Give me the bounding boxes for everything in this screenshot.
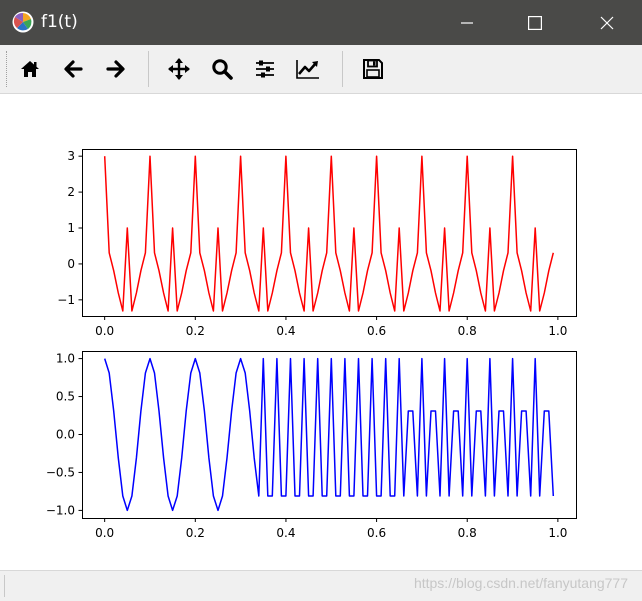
x-tick-label: 1.0 xyxy=(548,526,567,540)
back-button[interactable] xyxy=(59,55,87,83)
series-line-1 xyxy=(103,155,555,312)
edit-axis-button[interactable] xyxy=(294,55,322,83)
y-tick-label: 0 xyxy=(67,257,75,271)
maximize-icon xyxy=(528,15,542,30)
x-tick-label: 0.4 xyxy=(276,324,295,338)
y-tick-label: −1 xyxy=(57,293,75,307)
home-icon xyxy=(21,61,39,77)
x-tick-label: 0.6 xyxy=(367,526,386,540)
pan-button[interactable] xyxy=(165,55,193,83)
toolbar-separator xyxy=(148,51,149,87)
title-bar: f1(t) xyxy=(0,0,642,45)
axes-frame-1 xyxy=(82,149,577,317)
x-tick-label: 0.0 xyxy=(95,526,114,540)
x-tick-label: 0.2 xyxy=(186,526,205,540)
series-line-2 xyxy=(103,357,555,512)
maximize-button[interactable] xyxy=(512,0,558,45)
y-tick-label: 0.5 xyxy=(56,390,75,404)
close-button[interactable] xyxy=(584,0,630,45)
sliders-icon xyxy=(256,60,274,78)
y-tick-label: 2 xyxy=(67,185,75,199)
toolbar-grip xyxy=(6,51,10,87)
zoom-button[interactable] xyxy=(208,55,236,83)
minimize-button[interactable] xyxy=(444,0,490,45)
x-tick-label: 0.6 xyxy=(367,324,386,338)
y-tick-label: −0.5 xyxy=(46,465,75,479)
move-icon xyxy=(168,58,190,80)
y-tick-label: 1.0 xyxy=(56,352,75,366)
y-tick-label: 1 xyxy=(67,221,75,235)
arrow-left-icon xyxy=(64,60,83,78)
configure-subplots-button[interactable] xyxy=(251,55,279,83)
status-bar: https://blog.csdn.net/fanyutang777 xyxy=(0,570,642,601)
figure-canvas[interactable]: 0.0 0.2 0.4 0.6 0.8 1.0 −1 0 1 2 3 0.0 0.2 0.4 0.6 0.8 1… xyxy=(0,94,642,570)
y-tick-label: −1.0 xyxy=(46,503,75,517)
close-icon xyxy=(600,16,614,29)
forward-button[interactable] xyxy=(102,55,130,83)
window-title: f1(t) xyxy=(41,12,78,32)
y-tick-label: 0.0 xyxy=(56,428,75,442)
watermark-text: https://blog.csdn.net/fanyutang777 xyxy=(413,575,628,591)
x-tick-label: 0.0 xyxy=(95,324,114,338)
axes-frame-2 xyxy=(82,351,577,519)
home-button[interactable] xyxy=(16,55,44,83)
figure: 0.0 0.2 0.4 0.6 0.8 1.0 −1 0 1 2 3 0.0 0.2 0.4 0.6 0.8 1… xyxy=(46,149,577,540)
x-tick-label: 0.8 xyxy=(458,526,477,540)
x-tick-label: 0.8 xyxy=(458,324,477,338)
minimize-icon xyxy=(461,21,473,24)
line-chart-icon xyxy=(296,60,319,79)
x-tick-label: 0.4 xyxy=(276,526,295,540)
y-tick-label: 3 xyxy=(67,149,75,163)
floppy-disk-icon xyxy=(363,59,383,79)
navigation-toolbar xyxy=(0,45,642,94)
magnifier-icon xyxy=(212,59,233,80)
toolbar-separator xyxy=(342,51,343,87)
x-tick-label: 0.2 xyxy=(186,324,205,338)
app-logo-icon xyxy=(12,11,34,33)
x-tick-label: 1.0 xyxy=(548,324,567,338)
save-button[interactable] xyxy=(359,55,387,83)
arrow-right-icon xyxy=(106,60,125,78)
status-divider xyxy=(4,575,6,597)
